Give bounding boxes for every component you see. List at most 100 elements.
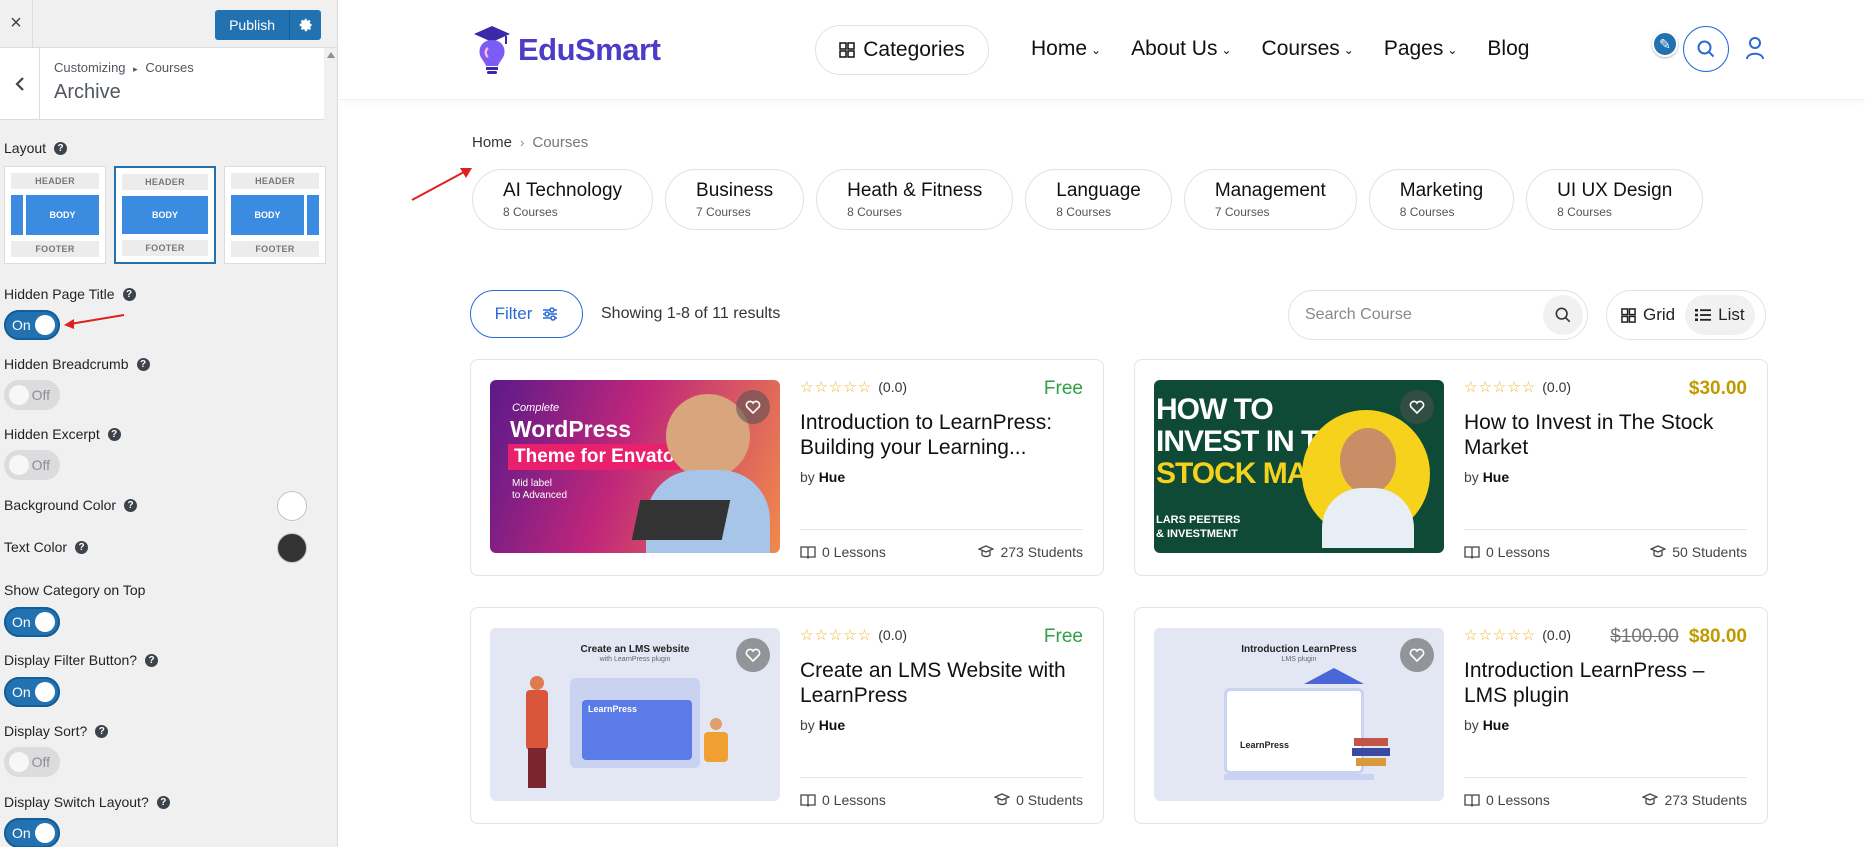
- logo-text: EduSmart: [518, 32, 661, 67]
- nav-item-pages[interactable]: Pages ⌄: [1384, 37, 1458, 61]
- help-icon[interactable]: ?: [156, 795, 170, 809]
- nav-item-courses[interactable]: Courses ⌄: [1262, 37, 1354, 61]
- course-search-button[interactable]: [1543, 295, 1583, 335]
- chevron-down-icon: ⌄: [1447, 43, 1458, 57]
- grid-view-button[interactable]: Grid: [1611, 295, 1685, 335]
- category-pill[interactable]: AI Technology 8 Courses: [472, 169, 654, 230]
- sidebar-scrollbar[interactable]: [324, 48, 337, 847]
- layout-option-right-sidebar[interactable]: HEADER BODY FOOTER: [224, 166, 326, 264]
- students-count: 50 Students: [1650, 544, 1747, 560]
- category-pill[interactable]: Language 8 Courses: [1025, 169, 1172, 230]
- customizer-sidebar: × Publish Customizing ▸ Courses Archive …: [0, 0, 338, 847]
- close-icon[interactable]: ×: [0, 0, 33, 48]
- graduation-cap-icon: [994, 793, 1011, 806]
- publish-button[interactable]: Publish: [215, 10, 289, 40]
- course-thumbnail[interactable]: Introduction LearnPress LMS plugin Learn…: [1154, 628, 1444, 801]
- categories-label: Categories: [863, 38, 965, 61]
- site-logo[interactable]: EduSmart: [472, 24, 661, 76]
- course-card[interactable]: Introduction LearnPress LMS plugin Learn…: [1134, 607, 1768, 824]
- list-icon: [1695, 309, 1712, 321]
- setting-display-sort: Display Sort??: [4, 723, 109, 739]
- wishlist-heart-icon[interactable]: [736, 390, 770, 424]
- nav-item-about[interactable]: About Us ⌄: [1131, 37, 1231, 61]
- course-search-field[interactable]: Search Course: [1288, 290, 1588, 340]
- course-old-price: $100.00: [1610, 626, 1679, 647]
- hidden-page-title-toggle[interactable]: On: [4, 310, 60, 340]
- background-color-swatch[interactable]: [277, 491, 307, 521]
- edit-pencil-icon[interactable]: ✎: [1652, 31, 1678, 57]
- back-arrow-icon[interactable]: [0, 48, 40, 119]
- nav-item-blog[interactable]: Blog: [1487, 37, 1529, 61]
- course-thumbnail[interactable]: Complete WordPress Theme for Envato Mid …: [490, 380, 780, 553]
- display-switch-layout-toggle[interactable]: On: [4, 818, 60, 847]
- wishlist-heart-icon[interactable]: [1400, 638, 1434, 672]
- course-card[interactable]: Complete WordPress Theme for Envato Mid …: [470, 359, 1104, 576]
- show-category-toggle[interactable]: On: [4, 607, 60, 637]
- wishlist-heart-icon[interactable]: [736, 638, 770, 672]
- help-icon[interactable]: ?: [75, 540, 89, 554]
- sliders-icon: [543, 307, 558, 321]
- categories-button[interactable]: Categories: [815, 25, 989, 75]
- layout-option-no-sidebar[interactable]: HEADER BODY FOOTER: [4, 166, 106, 264]
- graduation-cap-icon: [1642, 793, 1659, 806]
- help-icon[interactable]: ?: [136, 357, 150, 371]
- course-title[interactable]: Introduction to LearnPress: Building you…: [800, 410, 1083, 460]
- course-title[interactable]: How to Invest in The Stock Market: [1464, 410, 1747, 460]
- lessons-count: 0 Lessons: [1464, 544, 1550, 560]
- panel-title: Archive: [54, 81, 121, 103]
- course-meta: 0 Lessons 0 Students: [800, 777, 1083, 808]
- breadcrumb-current: Courses: [532, 134, 589, 151]
- course-title[interactable]: Introduction LearnPress – LMS plugin: [1464, 658, 1747, 708]
- course-author: by Hue: [1464, 717, 1510, 733]
- category-pill[interactable]: Business 7 Courses: [665, 169, 805, 230]
- course-thumbnail[interactable]: HOW TO INVEST IN THE STOCK MARKET LARS P…: [1154, 380, 1444, 553]
- course-sale-price: $80.00: [1688, 626, 1747, 647]
- category-pills: AI Technology 8 Courses Business 7 Courses…: [472, 169, 1704, 230]
- panel-header: Customizing ▸ Courses Archive: [0, 48, 337, 120]
- author-link[interactable]: Hue: [1483, 469, 1509, 485]
- nav-item-home[interactable]: Home ⌄: [1031, 37, 1101, 61]
- header-search-button[interactable]: [1683, 26, 1729, 72]
- category-pill[interactable]: Marketing 8 Courses: [1368, 169, 1515, 230]
- hidden-breadcrumb-toggle[interactable]: Off: [4, 380, 60, 410]
- course-title[interactable]: Create an LMS Website with LearnPress: [800, 658, 1083, 708]
- publish-control: Publish: [215, 10, 321, 40]
- user-icon[interactable]: [1745, 36, 1765, 65]
- star-rating-icon: ☆☆☆☆☆: [1464, 379, 1537, 396]
- help-icon[interactable]: ?: [124, 498, 138, 512]
- breadcrumb-home[interactable]: Home: [472, 134, 512, 151]
- lessons-count: 0 Lessons: [1464, 792, 1550, 808]
- category-pill[interactable]: UI UX Design 8 Courses: [1526, 169, 1704, 230]
- help-icon[interactable]: ?: [145, 653, 159, 667]
- filter-button[interactable]: Filter: [470, 290, 583, 338]
- grid-icon: [839, 42, 855, 58]
- category-pill[interactable]: Management 7 Courses: [1183, 169, 1357, 230]
- text-color-swatch[interactable]: [277, 533, 307, 563]
- help-icon[interactable]: ?: [122, 287, 136, 301]
- list-view-button[interactable]: List: [1685, 295, 1755, 335]
- course-meta: 0 Lessons 50 Students: [1464, 529, 1747, 560]
- setting-text-color: Text Color?: [4, 539, 89, 555]
- author-link[interactable]: Hue: [1483, 717, 1509, 733]
- help-icon[interactable]: ?: [95, 724, 109, 738]
- customizer-top-bar: × Publish: [0, 0, 337, 48]
- course-search-placeholder[interactable]: Search Course: [1305, 306, 1412, 324]
- course-card[interactable]: Create an LMS website with LearnPress pl…: [470, 607, 1104, 824]
- course-thumbnail[interactable]: Create an LMS website with LearnPress pl…: [490, 628, 780, 801]
- chevron-down-icon: ⌄: [1091, 43, 1102, 57]
- star-rating-icon: ☆☆☆☆☆: [800, 379, 873, 396]
- course-card[interactable]: HOW TO INVEST IN THE STOCK MARKET LARS P…: [1134, 359, 1768, 576]
- setting-hidden-excerpt: Hidden Excerpt?: [4, 426, 121, 442]
- hidden-excerpt-toggle[interactable]: Off: [4, 450, 60, 480]
- author-link[interactable]: Hue: [819, 717, 845, 733]
- layout-option-full[interactable]: HEADER BODY FOOTER: [114, 166, 216, 264]
- category-pill[interactable]: Heath & Fitness 8 Courses: [816, 169, 1014, 230]
- help-icon[interactable]: ?: [54, 141, 68, 155]
- wishlist-heart-icon[interactable]: [1400, 390, 1434, 424]
- display-filter-toggle[interactable]: On: [4, 677, 60, 707]
- gear-icon[interactable]: [289, 10, 321, 40]
- author-link[interactable]: Hue: [819, 469, 845, 485]
- help-icon[interactable]: ?: [107, 427, 121, 441]
- display-sort-toggle[interactable]: Off: [4, 747, 60, 777]
- course-price: $100.00 $80.00: [1610, 626, 1747, 648]
